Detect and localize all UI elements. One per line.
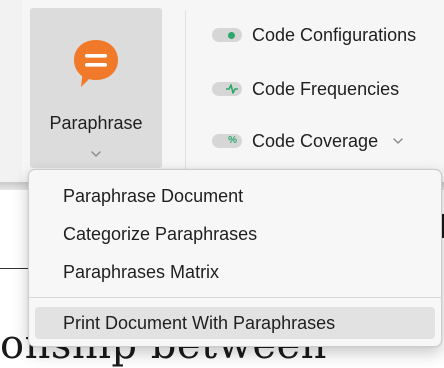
code-frequencies-toggle-icon — [212, 82, 242, 96]
ribbon-left-group — [0, 0, 22, 184]
chevron-down-icon[interactable] — [392, 137, 404, 145]
ribbon-divider — [185, 10, 186, 170]
percent-icon: % — [228, 135, 237, 146]
ribbon-toolbar: Paraphrase Code Configurations Code Freq… — [0, 0, 444, 184]
menu-separator — [29, 297, 441, 298]
menu-item-categorize-paraphrases[interactable]: Categorize Paraphrases — [35, 218, 435, 250]
pulse-icon — [226, 84, 238, 94]
chevron-down-icon[interactable] — [88, 148, 104, 160]
paraphrase-dropdown-menu: Paraphrase Document Categorize Paraphras… — [28, 169, 442, 347]
code-configurations-button[interactable]: Code Configurations — [212, 20, 416, 50]
code-frequencies-label: Code Frequencies — [252, 78, 400, 99]
code-frequencies-button[interactable]: Code Frequencies — [212, 74, 399, 104]
menu-item-paraphrase-document[interactable]: Paraphrase Document — [35, 180, 435, 212]
code-coverage-toggle-icon: % — [212, 134, 242, 148]
code-configurations-toggle-icon — [212, 28, 242, 42]
code-configurations-label: Code Configurations — [252, 24, 417, 45]
paraphrase-button-label: Paraphrase — [49, 113, 143, 133]
menu-item-paraphrases-matrix[interactable]: Paraphrases Matrix — [35, 256, 435, 288]
document-rule — [0, 268, 30, 269]
code-coverage-button[interactable]: % Code Coverage — [212, 126, 404, 156]
paraphrase-button[interactable]: Paraphrase — [30, 8, 162, 168]
speech-bubble-icon — [74, 40, 118, 87]
toggle-dot — [228, 32, 235, 39]
menu-item-print-document-with-paraphrases[interactable]: Print Document With Paraphrases — [35, 307, 435, 339]
code-coverage-label: Code Coverage — [252, 130, 379, 151]
